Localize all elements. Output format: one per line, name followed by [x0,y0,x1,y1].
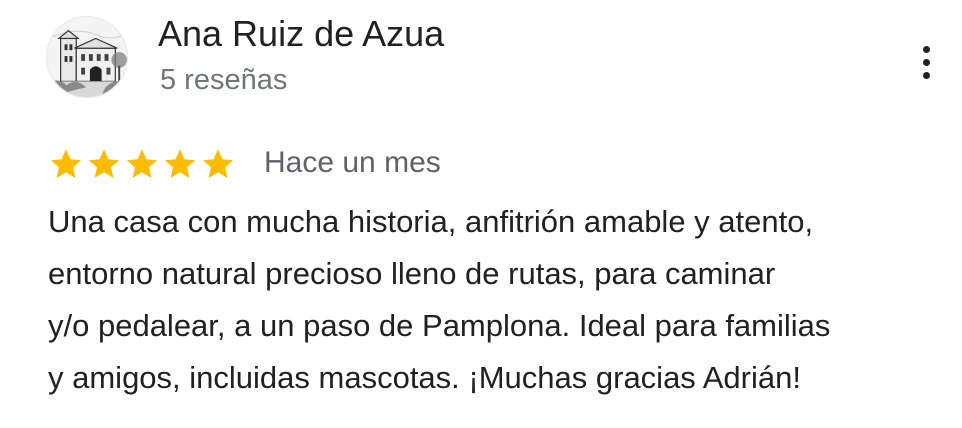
author-review-count[interactable]: 5 reseñas [160,60,287,100]
review-text: Una casa con mucha historia, anfitrión a… [48,196,953,404]
author-avatar[interactable] [46,16,128,98]
star-icon [88,149,120,178]
star-icon [202,149,234,178]
more-vert-icon-dot [922,45,930,53]
author-name[interactable]: Ana Ruiz de Azua [158,12,444,56]
star-icon [126,149,158,178]
more-vert-icon-dot [922,71,930,79]
review-text-line: entorno natural precioso lleno de rutas,… [48,256,776,291]
star-icon [50,149,82,178]
review-text-line: Una casa con mucha historia, anfitrión a… [48,204,814,239]
review-text-line: y/o pedalear, a un paso de Pamplona. Ide… [48,308,831,343]
review-card: Ana Ruiz de Azua 5 reseñas Hace un mes U… [0,0,962,428]
star-icon [164,149,196,178]
review-text-line: y amigos, incluidas mascotas. ¡Muchas gr… [48,360,801,395]
review-time: Hace un mes [264,146,441,179]
more-vert-icon-dot [922,58,930,66]
building-photo-avatar-icon [47,17,127,97]
more-options-button[interactable] [906,40,946,84]
star-rating [48,146,236,182]
